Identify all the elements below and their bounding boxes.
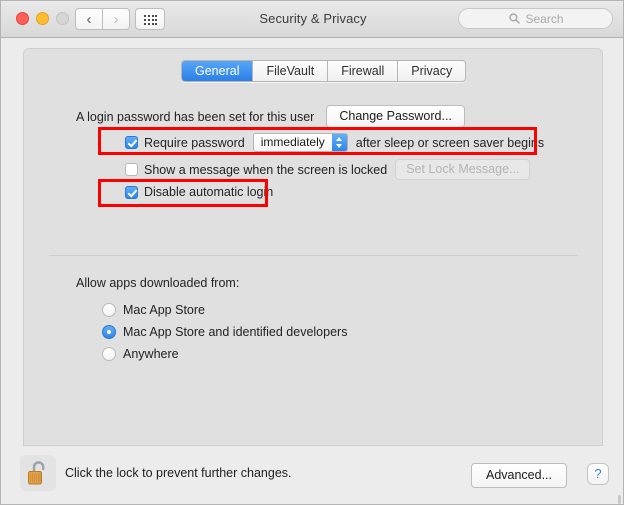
radio-anywhere[interactable] bbox=[102, 347, 116, 361]
show-lock-message-label: Show a message when the screen is locked bbox=[144, 162, 388, 177]
help-button[interactable]: ? bbox=[587, 463, 609, 485]
tab-general[interactable]: General bbox=[182, 61, 254, 81]
login-password-label: A login password has been set for this u… bbox=[76, 109, 315, 124]
radio-row-mac-app-store[interactable]: Mac App Store bbox=[102, 303, 205, 317]
tab-filevault[interactable]: FileVault bbox=[253, 61, 329, 81]
radio-mac-app-store-and-identified-developers[interactable] bbox=[102, 325, 116, 339]
radio-label-mac-app-store: Mac App Store bbox=[123, 303, 205, 317]
window-titlebar: ‹ › Security & Privacy Search bbox=[1, 1, 623, 38]
lock-button[interactable] bbox=[20, 455, 56, 491]
allow-apps-heading-row: Allow apps downloaded from: bbox=[76, 276, 239, 290]
preferences-window: ‹ › Security & Privacy Search General Fi… bbox=[0, 0, 624, 505]
set-lock-message-button[interactable]: Set Lock Message... bbox=[395, 159, 531, 180]
radio-label-anywhere: Anywhere bbox=[123, 347, 179, 361]
unlocked-padlock-icon bbox=[28, 461, 45, 485]
show-lock-message-checkbox[interactable] bbox=[125, 163, 138, 176]
disable-automatic-login-label: Disable automatic login bbox=[144, 185, 274, 199]
require-password-delay-value: immediately bbox=[253, 134, 332, 151]
tab-bar: General FileVault Firewall Privacy bbox=[181, 60, 467, 82]
require-password-delay-popup[interactable]: immediately bbox=[252, 133, 348, 152]
search-icon bbox=[509, 13, 521, 24]
section-divider bbox=[49, 255, 578, 256]
require-password-suffix-label: after sleep or screen saver begins bbox=[355, 135, 545, 150]
disable-automatic-login-checkbox[interactable] bbox=[125, 185, 138, 199]
login-password-row: A login password has been set for this u… bbox=[76, 105, 465, 128]
change-password-button[interactable]: Change Password... bbox=[326, 105, 465, 128]
radio-row-anywhere[interactable]: Anywhere bbox=[102, 347, 179, 361]
scrollbar-nub[interactable] bbox=[618, 495, 621, 504]
advanced-button[interactable]: Advanced... bbox=[470, 463, 567, 488]
allow-apps-heading: Allow apps downloaded from: bbox=[76, 276, 240, 290]
require-password-checkbox[interactable] bbox=[125, 136, 138, 149]
tab-firewall[interactable]: Firewall bbox=[328, 61, 399, 81]
tab-privacy[interactable]: Privacy bbox=[398, 61, 466, 81]
radio-row-mac-app-store-and-identified-developers[interactable]: Mac App Store and identified developers bbox=[102, 325, 347, 339]
radio-label-mac-app-store-and-identified-developers: Mac App Store and identified developers bbox=[123, 325, 348, 339]
search-placeholder: Search bbox=[525, 11, 564, 26]
search-field[interactable]: Search bbox=[458, 8, 613, 29]
window-footer: Click the lock to prevent further change… bbox=[1, 447, 623, 504]
require-password-label: Require password bbox=[144, 135, 245, 150]
preference-pane-panel: General FileVault Firewall Privacy A log… bbox=[23, 48, 603, 446]
disable-automatic-login-row: Disable automatic login bbox=[125, 185, 273, 199]
lock-status-text: Click the lock to prevent further change… bbox=[65, 466, 292, 480]
radio-mac-app-store[interactable] bbox=[102, 303, 116, 317]
require-password-row: Require password immediately after sleep… bbox=[125, 133, 544, 152]
search-field-content: Search bbox=[459, 9, 614, 28]
show-lock-message-row: Show a message when the screen is locked… bbox=[125, 159, 531, 180]
updown-chevron-icon bbox=[331, 134, 347, 151]
